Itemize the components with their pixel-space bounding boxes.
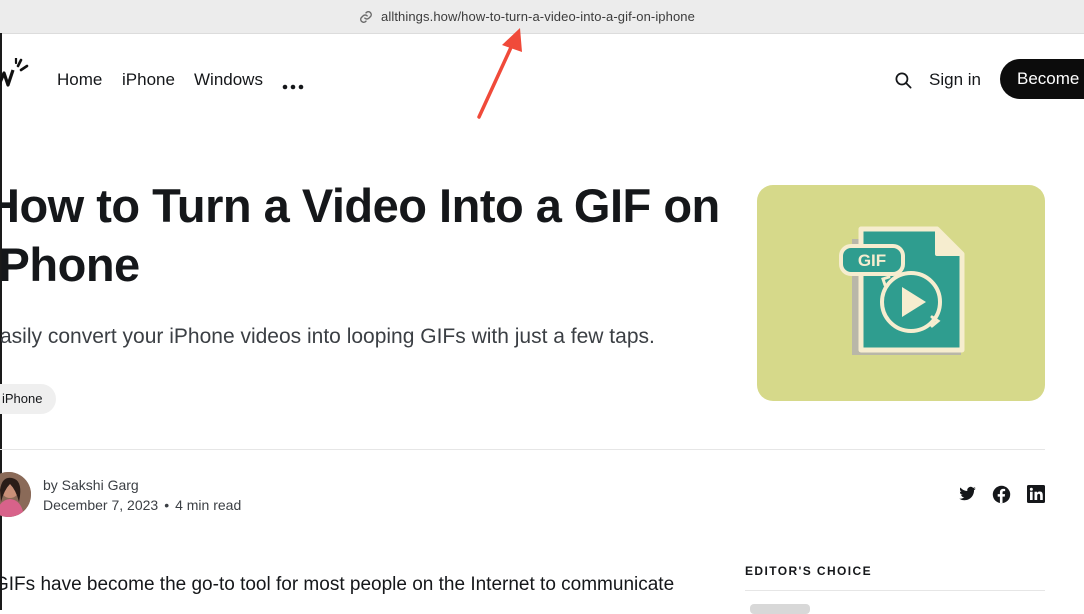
editors-divider (745, 590, 1045, 591)
editors-choice-heading: EDITOR'S CHOICE (745, 564, 872, 578)
author-name[interactable]: by Sakshi Garg (43, 477, 139, 493)
article-title: How to Turn a Video Into a GIF on iPhone (0, 179, 720, 291)
article-meta: December 7, 2023 • 4 min read (43, 497, 242, 513)
search-icon[interactable] (894, 71, 913, 95)
site-header: Home iPhone Windows Sign in Become a (0, 33, 1084, 125)
read-time: 4 min read (175, 497, 242, 513)
facebook-icon[interactable] (992, 485, 1011, 509)
twitter-icon[interactable] (958, 485, 977, 508)
article-subtitle: Easily convert your iPhone videos into l… (0, 325, 655, 348)
link-icon (359, 10, 373, 24)
ellipsis-icon[interactable] (282, 77, 304, 95)
annotation-arrow-icon (477, 28, 522, 119)
publish-date: December 7, 2023 (43, 497, 159, 513)
nav-iphone[interactable]: iPhone (122, 70, 175, 90)
author-avatar[interactable] (0, 472, 31, 517)
divider (0, 449, 1045, 450)
editors-thumbnail[interactable] (750, 604, 810, 614)
tag-iphone[interactable]: iPhone (0, 384, 57, 414)
feature-image: GIF (757, 185, 1045, 401)
nav-home[interactable]: Home (57, 70, 102, 90)
address-bar[interactable]: allthings.how/how-to-turn-a-video-into-a… (0, 0, 1084, 34)
nav-windows[interactable]: Windows (194, 70, 263, 90)
linkedin-icon[interactable] (1027, 485, 1045, 508)
signin-link[interactable]: Sign in (929, 70, 981, 90)
url-text[interactable]: allthings.how/how-to-turn-a-video-into-a… (381, 9, 695, 24)
become-member-button[interactable]: Become a (1000, 59, 1084, 99)
site-logo[interactable] (0, 56, 30, 97)
gif-badge-text: GIF (858, 251, 886, 270)
gif-file-icon: GIF (839, 226, 965, 355)
article-body: GIFs have become the go-to tool for most… (0, 574, 675, 595)
